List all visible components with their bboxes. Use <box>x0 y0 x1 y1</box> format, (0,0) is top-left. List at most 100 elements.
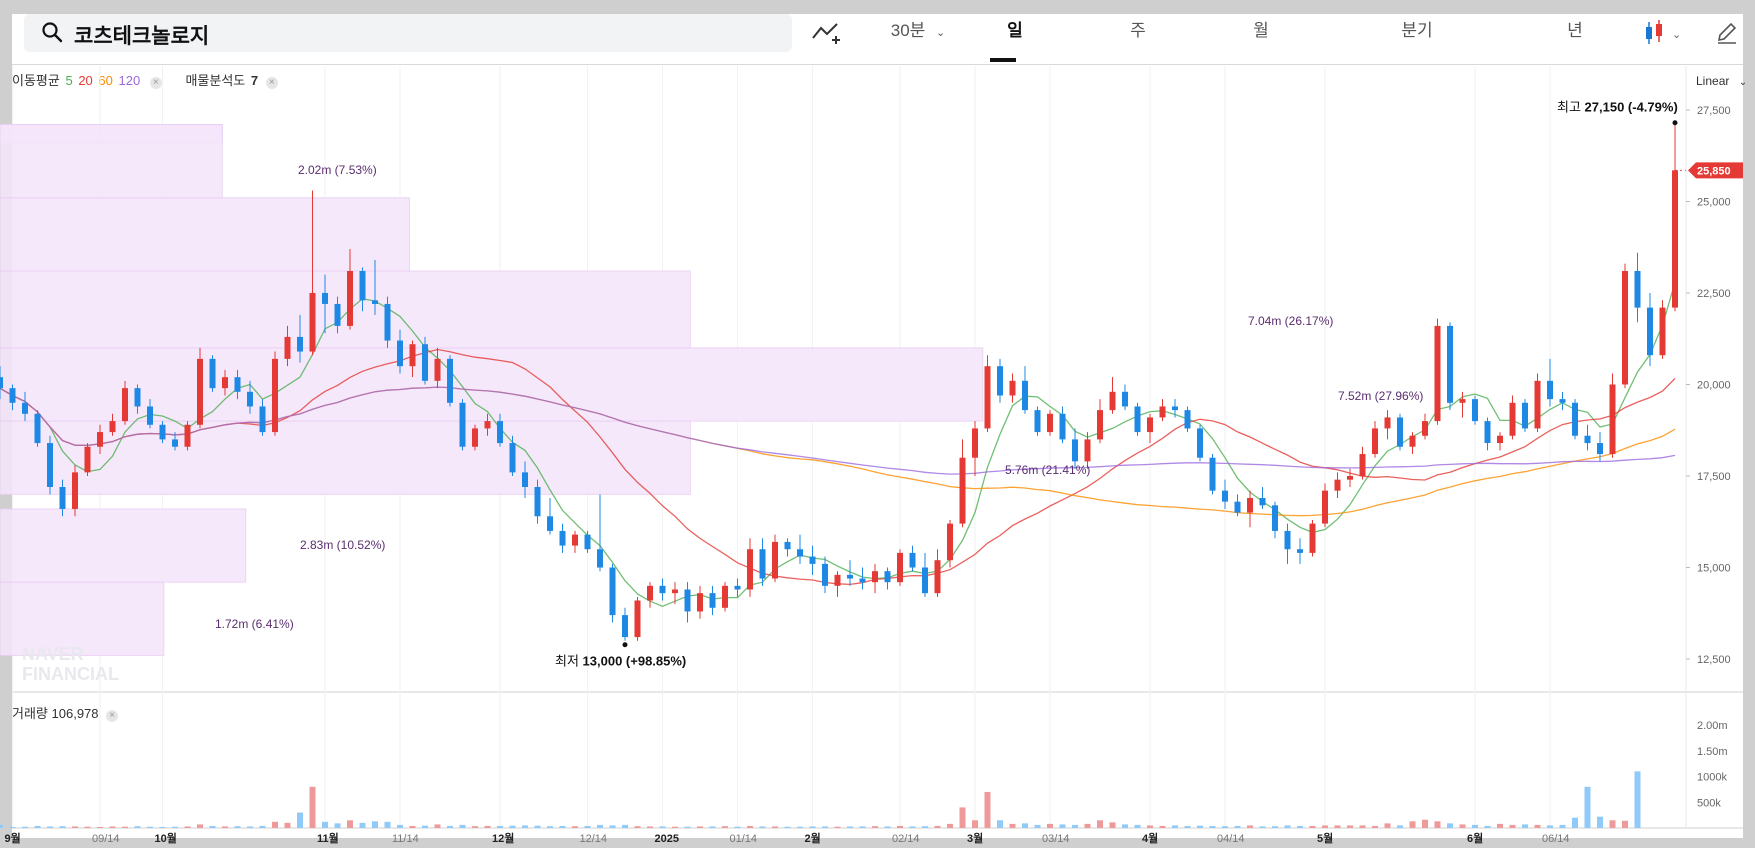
candle-body-44 <box>547 516 553 531</box>
candle-body-67 <box>834 574 841 586</box>
volume-bar-15 <box>184 826 191 828</box>
volume-bar-20 <box>247 826 253 828</box>
candle-body-128 <box>1597 443 1603 455</box>
candle-body-111 <box>1384 417 1391 429</box>
volume-bar-52 <box>647 826 653 828</box>
candle-body-27 <box>334 303 341 326</box>
volume-bar-110 <box>1372 825 1378 828</box>
volume-bar-93 <box>1159 825 1166 828</box>
candle-body-93 <box>1159 406 1166 418</box>
volume-bar-129 <box>1609 820 1616 828</box>
volume-bar-29 <box>359 822 366 828</box>
candle-body-133 <box>1659 307 1666 356</box>
candle-body-117 <box>1459 399 1466 403</box>
candle-body-72 <box>897 552 903 583</box>
volume-bar-3 <box>34 825 41 828</box>
volume-bar-114 <box>1422 819 1428 828</box>
candle-body-42 <box>522 472 528 487</box>
volume-bar-81 <box>1009 823 1016 828</box>
volume-bar-39 <box>484 825 491 828</box>
y-tick-label-3: 20,000 <box>1697 379 1731 391</box>
candle-body-99 <box>1234 501 1241 513</box>
candle-body-11 <box>134 388 141 407</box>
volume-bar-22 <box>272 821 278 828</box>
volume-bar-79 <box>984 791 991 828</box>
volume-bar-112 <box>1397 825 1403 828</box>
volume-bar-128 <box>1597 816 1603 828</box>
volume-bar-103 <box>1284 825 1291 828</box>
high-marker <box>1672 120 1678 126</box>
x-tick-label-3: 11월 <box>317 831 339 845</box>
candle-body-77 <box>959 457 966 524</box>
candle-body-125 <box>1559 399 1566 403</box>
volume-bar-38 <box>472 826 478 828</box>
volume-bar-26 <box>322 821 328 828</box>
candle-body-110 <box>1372 428 1378 455</box>
x-tick-label-17: 06/14 <box>1542 833 1570 845</box>
candle-body-70 <box>872 571 878 583</box>
volume-bar-24 <box>297 812 303 828</box>
candle-body-38 <box>472 428 478 447</box>
x-tick-label-4: 11/14 <box>392 833 419 845</box>
volume-bar-21 <box>259 825 266 828</box>
y-tick-label-5: 15,000 <box>1697 563 1731 575</box>
candle-body-119 <box>1484 421 1491 444</box>
candle-body-109 <box>1359 454 1366 477</box>
volume-bar-46 <box>572 826 578 828</box>
candle-body-94 <box>1172 406 1178 411</box>
candle-body-58 <box>722 585 728 608</box>
x-tick-label-8: 01/14 <box>730 833 758 845</box>
candle-body-98 <box>1222 490 1228 502</box>
candle-body-45 <box>559 530 566 546</box>
volume-bar-83 <box>1034 824 1041 828</box>
volume-bar-82 <box>1022 823 1028 828</box>
candle-body-115 <box>1434 325 1441 422</box>
volume-bar-31 <box>384 821 391 828</box>
volume-bar-126 <box>1572 817 1578 828</box>
candle-body-124 <box>1547 380 1553 400</box>
volume-bar-69 <box>859 826 866 828</box>
volume-bar-30 <box>372 821 378 828</box>
price-chart[interactable]: 27,500 25,000 22,500 20,000 17,500 15,000 12,5… <box>0 0 1755 848</box>
watermark-line-1: FINANCIAL <box>22 664 119 684</box>
candle-body-33 <box>409 344 416 367</box>
candle-body-118 <box>1472 399 1478 422</box>
volume-bar-117 <box>1459 824 1466 828</box>
volume-bar-97 <box>1209 825 1216 828</box>
volume-bar-59 <box>734 826 741 828</box>
volume-bar-18 <box>222 826 228 828</box>
volume-bar-115 <box>1434 821 1441 828</box>
candle-body-134 <box>1672 170 1678 308</box>
volume-bar-74 <box>922 826 928 828</box>
volume-bar-50 <box>622 824 628 828</box>
volume-bar-88 <box>1097 820 1103 828</box>
candle-body-32 <box>397 340 403 367</box>
candle-body-8 <box>97 432 103 447</box>
candle-body-76 <box>947 523 953 561</box>
candle-body-130 <box>1622 271 1628 385</box>
candle-body-31 <box>384 303 391 341</box>
volume-bar-51 <box>634 826 641 828</box>
volume-bar-48 <box>597 824 603 828</box>
volume-bar-124 <box>1547 825 1553 828</box>
volume-bar-92 <box>1147 825 1153 828</box>
candle-body-69 <box>859 578 866 583</box>
candle-body-9 <box>109 421 116 433</box>
candle-body-29 <box>359 271 366 301</box>
candle-body-63 <box>784 541 791 550</box>
volume-bar-16 <box>197 824 203 828</box>
volume-bar-116 <box>1447 823 1453 828</box>
candle-body-0 <box>0 377 3 389</box>
candle-body-123 <box>1534 380 1541 429</box>
candle-body-132 <box>1647 307 1653 356</box>
candle-body-68 <box>847 574 853 579</box>
candle-body-82 <box>1022 380 1028 411</box>
volume-bar-120 <box>1497 823 1503 828</box>
candle-body-6 <box>72 472 78 509</box>
candle-body-112 <box>1397 417 1403 447</box>
volume-profile-bar-8 <box>0 124 223 199</box>
candle-body-61 <box>759 549 766 579</box>
candle-body-60 <box>747 549 753 590</box>
candle-body-100 <box>1247 497 1253 513</box>
candle-body-13 <box>159 424 166 440</box>
